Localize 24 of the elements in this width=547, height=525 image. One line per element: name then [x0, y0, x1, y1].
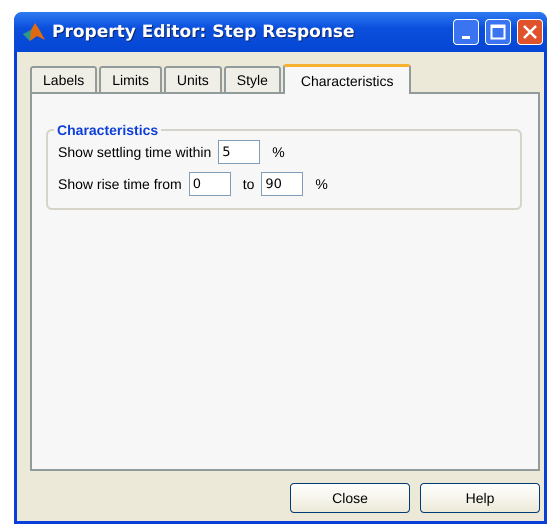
- tab[interactable]: Units: [164, 66, 222, 92]
- close-window-button[interactable]: [517, 19, 543, 45]
- tab[interactable]: Labels: [30, 66, 98, 92]
- tab[interactable]: Style: [224, 66, 281, 92]
- group-title: Characteristics: [56, 122, 160, 138]
- input-field[interactable]: 5: [218, 140, 260, 164]
- field-label: Show rise time from: [58, 176, 182, 192]
- tab[interactable]: Limits: [99, 66, 162, 92]
- field-label: %: [272, 144, 285, 160]
- tab[interactable]: Characteristics: [282, 64, 412, 94]
- dialog-button[interactable]: Close: [290, 483, 410, 513]
- close-icon: [522, 24, 538, 40]
- field-label: Show settling time within: [58, 144, 212, 160]
- maximize-button[interactable]: [485, 19, 511, 45]
- input-field[interactable]: 90: [261, 172, 304, 196]
- input-field[interactable]: 0: [188, 172, 231, 196]
- minimize-icon: [462, 36, 470, 38]
- dialog-button[interactable]: Help: [420, 483, 540, 513]
- minimize-button[interactable]: [453, 19, 479, 45]
- field-label: to: [242, 176, 254, 192]
- window-title: Property Editor: Step Response: [52, 22, 356, 42]
- field-label: %: [315, 176, 328, 192]
- app-logo-icon: [22, 21, 46, 43]
- maximize-icon: [490, 24, 506, 40]
